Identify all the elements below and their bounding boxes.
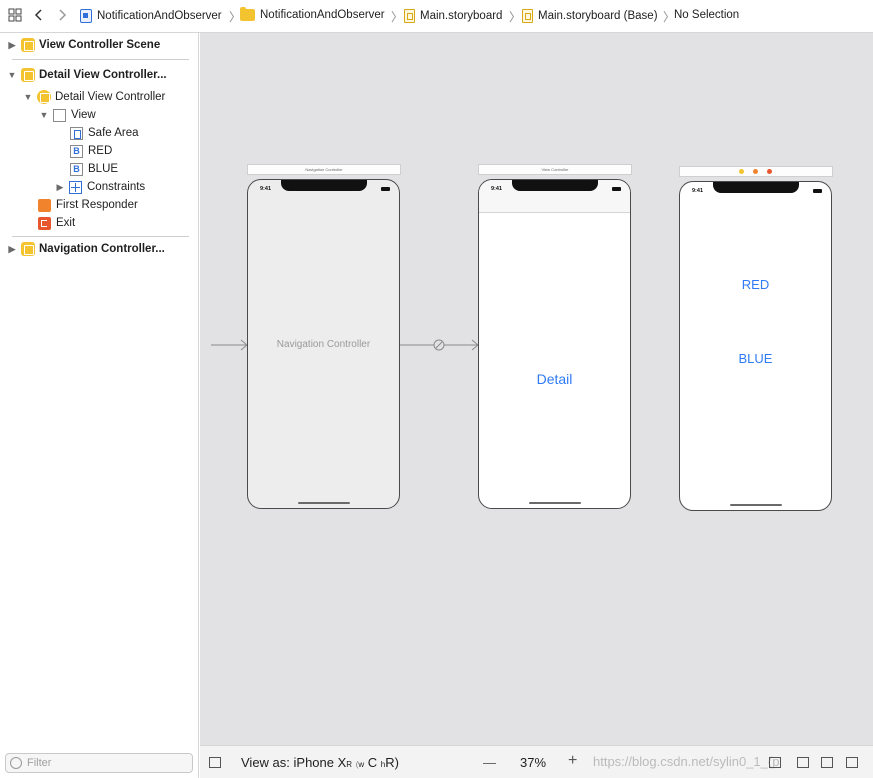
toggle-outline-icon[interactable] [209, 757, 221, 768]
outline-item-red-button[interactable]: B RED [70, 142, 112, 160]
add-constraints-icon[interactable] [821, 757, 833, 768]
status-time: 9:41 [692, 188, 704, 194]
first-responder-icon [38, 198, 51, 212]
outline-item-navigation-controller-scene[interactable]: ▶ Navigation Controller... [7, 240, 165, 258]
battery-icon [813, 189, 822, 193]
related-items-grid-icon[interactable] [7, 8, 23, 24]
disclosure-expanded-icon[interactable]: ▼ [23, 92, 33, 102]
outline-item-exit[interactable]: Exit [38, 214, 75, 232]
button-icon: B [70, 144, 83, 158]
device-notch [512, 180, 598, 191]
outline-item-view-controller-scene[interactable]: ▶ View Controller Scene [7, 36, 160, 54]
home-indicator [529, 501, 581, 504]
entry-point-arrow-icon[interactable] [211, 337, 251, 353]
navigation-controller-label: Navigation Controller [276, 339, 371, 350]
relationship-segue-icon[interactable] [400, 337, 480, 353]
outline-item-detail-scene[interactable]: ▼ Detail View Controller... [7, 66, 167, 84]
home-indicator [298, 501, 350, 504]
view-controller-dock-icon[interactable] [739, 169, 744, 174]
disclosure-collapsed-icon[interactable]: ▶ [55, 182, 65, 193]
breadcrumb-selection[interactable]: No Selection [674, 9, 739, 21]
resolve-issues-icon[interactable] [846, 757, 858, 768]
zoom-level: 37% [520, 755, 547, 770]
device-notch [713, 182, 799, 193]
breadcrumb-separator-icon: 〉 [391, 10, 404, 24]
detail-button[interactable]: Detail [479, 371, 630, 387]
view-icon [53, 108, 66, 122]
storyboard-icon [404, 9, 415, 23]
disclosure-collapsed-icon[interactable]: ▶ [7, 40, 17, 51]
scene-icon [21, 68, 35, 82]
home-indicator [730, 503, 782, 506]
status-time: 9:41 [491, 186, 503, 192]
breadcrumb-separator-icon: 〉 [509, 10, 522, 24]
device-configuration-button[interactable]: View as: iPhone XR (w C hR) [241, 755, 399, 770]
scene-header-detail-view-controller[interactable] [679, 166, 833, 177]
disclosure-expanded-icon[interactable]: ▼ [39, 110, 49, 120]
detail-view-controller-scene[interactable]: 9:41 RED BLUE [679, 181, 832, 511]
exit-dock-icon[interactable] [767, 169, 772, 174]
divider [12, 236, 189, 237]
red-button[interactable]: RED [680, 277, 831, 292]
document-outline: ▶ View Controller Scene ▼ Detail View Co… [0, 33, 199, 778]
storyboard-icon [522, 9, 533, 23]
view-controller-scene[interactable]: 9:41 Detail [478, 179, 631, 509]
project-icon [80, 9, 92, 23]
battery-icon [381, 187, 390, 191]
outline-item-blue-button[interactable]: B BLUE [70, 160, 118, 178]
outline-item-safe-area[interactable]: Safe Area [70, 124, 139, 142]
storyboard-canvas[interactable]: Navigation Controller 9:41 Navigation Co… [200, 33, 873, 745]
breadcrumb-project[interactable]: NotificationAndObserver [80, 9, 222, 23]
scene-icon [21, 242, 35, 256]
outline-filter-field[interactable]: Filter [5, 753, 193, 773]
jump-bar: NotificationAndObserver 〉 NotificationAn… [0, 0, 873, 33]
safe-area-icon [70, 126, 83, 140]
folder-icon [240, 7, 255, 21]
disclosure-collapsed-icon[interactable]: ▶ [7, 244, 17, 255]
first-responder-dock-icon[interactable] [753, 169, 758, 174]
button-icon: B [70, 162, 83, 176]
constraints-icon [69, 180, 82, 194]
filter-icon [10, 757, 22, 769]
zoom-in-button[interactable]: + [568, 752, 577, 770]
align-icon[interactable] [797, 757, 809, 768]
battery-icon [612, 187, 621, 191]
zoom-out-button[interactable]: — [483, 755, 496, 770]
exit-icon [38, 216, 51, 230]
watermark: https://blog.csdn.net/sylin0_1_(p [593, 754, 780, 769]
divider [12, 59, 189, 60]
outline-item-detail-view-controller[interactable]: ▼ Detail View Controller [23, 88, 165, 106]
disclosure-expanded-icon[interactable]: ▼ [7, 70, 17, 80]
view-controller-icon [37, 90, 51, 104]
scene-icon [21, 38, 35, 52]
breadcrumb-storyboard[interactable]: Main.storyboard [404, 9, 502, 23]
scene-header-view-controller[interactable]: View Controller [478, 164, 632, 175]
status-time: 9:41 [260, 186, 272, 192]
breadcrumb-folder[interactable]: NotificationAndObserver [240, 7, 385, 21]
navigation-controller-scene[interactable]: 9:41 Navigation Controller [247, 179, 400, 509]
blue-button[interactable]: BLUE [680, 351, 831, 366]
outline-item-first-responder[interactable]: First Responder [38, 196, 138, 214]
breadcrumb-storyboard-base[interactable]: Main.storyboard (Base) [522, 9, 658, 23]
scene-header-navigation-controller[interactable]: Navigation Controller [247, 164, 401, 175]
forward-chevron-icon[interactable] [54, 8, 70, 24]
canvas-bottom-bar: View as: iPhone XR (w C hR) — 37% + http… [200, 745, 873, 778]
device-notch [281, 180, 367, 191]
back-chevron-icon[interactable] [31, 8, 47, 24]
outline-item-constraints[interactable]: ▶ Constraints [55, 178, 145, 196]
update-frames-icon[interactable] [769, 757, 781, 768]
outline-item-view[interactable]: ▼ View [39, 106, 96, 124]
